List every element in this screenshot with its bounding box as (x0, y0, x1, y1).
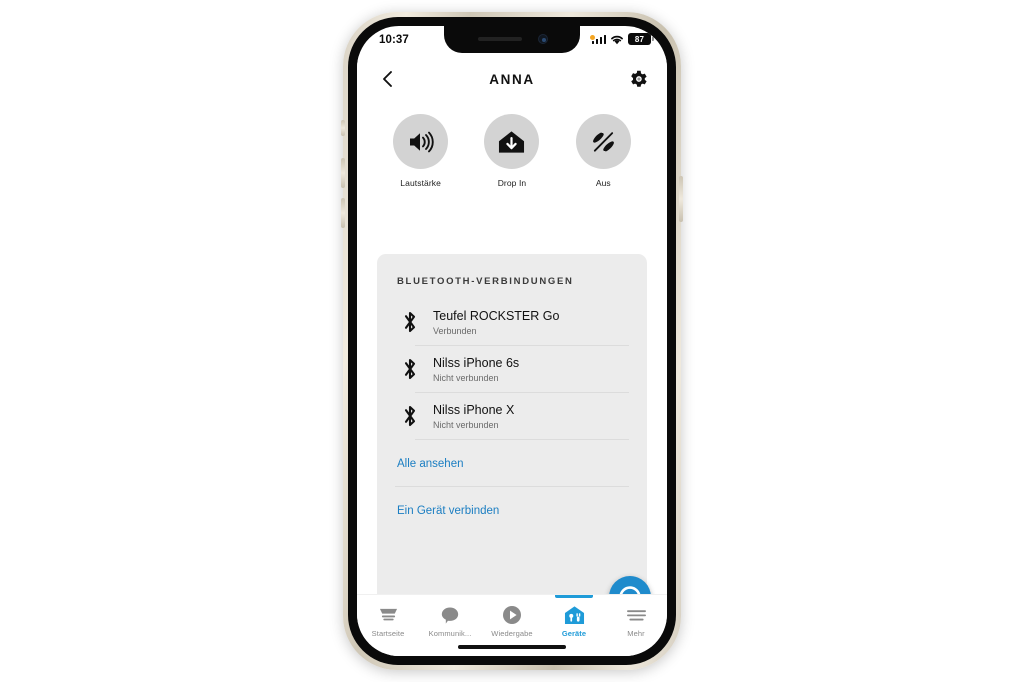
tab-startseite[interactable]: Startseite (357, 595, 419, 638)
phone-screen: 10:37 87 ANNA Lautstärke Drop In Aus BLU… (357, 26, 667, 656)
status-bar-time: 10:37 (379, 34, 409, 46)
tab-label: Kommunik... (428, 629, 472, 638)
tab-label: Geräte (561, 629, 587, 638)
gear-icon[interactable] (627, 68, 649, 90)
screenshot-canvas: 10:37 87 ANNA Lautstärke Drop In Aus BLU… (0, 0, 1024, 682)
list-item[interactable]: Nilss iPhone 6s Nicht verbunden (377, 346, 647, 392)
phone-notch (444, 26, 580, 53)
tab-label: Mehr (627, 629, 645, 638)
earpiece-speaker (478, 37, 522, 41)
phone-power-button (679, 176, 683, 222)
announce-muted-icon (575, 114, 631, 169)
phone-volume-up-button (341, 158, 345, 188)
speech-bubble-icon (419, 604, 481, 626)
page-title: ANNA (489, 71, 535, 87)
tab-label: Wiedergabe (491, 629, 533, 638)
list-item-texts: Teufel ROCKSTER Go Verbunden (425, 308, 629, 336)
see-all-link[interactable]: Alle ansehen (377, 440, 647, 486)
bluetooth-icon (395, 404, 425, 428)
tab-wiedergabe[interactable]: Wiedergabe (481, 595, 543, 638)
bluetooth-icon (395, 310, 425, 334)
quick-action-label: Aus (595, 178, 611, 188)
microphone-active-dot-icon (590, 35, 595, 40)
list-item-texts: Nilss iPhone X Nicht verbunden (425, 402, 629, 430)
battery-icon: 87 (628, 33, 651, 45)
app-header: ANNA (357, 56, 667, 102)
quick-action-label: Lautstärke (400, 178, 441, 188)
phone-volume-down-button (341, 198, 345, 228)
quick-action-drop-in[interactable]: Drop In (474, 114, 550, 188)
bluetooth-device-list: Teufel ROCKSTER Go Verbunden Nilss iPhon… (377, 299, 647, 440)
back-button[interactable] (377, 68, 399, 90)
tab-geraete[interactable]: Geräte (543, 595, 605, 638)
list-item[interactable]: Nilss iPhone X Nicht verbunden (377, 393, 647, 439)
battery-tip (652, 37, 654, 41)
play-circle-icon (481, 604, 543, 626)
list-item[interactable]: Teufel ROCKSTER Go Verbunden (377, 299, 647, 345)
tab-label: Startseite (371, 629, 405, 638)
quick-action-announce-off[interactable]: Aus (565, 114, 641, 188)
phone-mute-switch (341, 120, 345, 136)
hamburger-menu-icon (605, 604, 667, 626)
wifi-icon (610, 34, 624, 45)
front-camera (538, 34, 548, 44)
bluetooth-icon (395, 357, 425, 381)
bluetooth-device-status: Nicht verbunden (433, 419, 499, 430)
tab-kommunikation[interactable]: Kommunik... (419, 595, 481, 638)
bluetooth-device-name: Nilss iPhone 6s (433, 355, 520, 370)
quick-action-label: Drop In (497, 178, 527, 188)
connect-device-link[interactable]: Ein Gerät verbinden (377, 487, 647, 533)
quick-action-volume[interactable]: Lautstärke (383, 114, 459, 188)
status-bar: 10:37 87 (357, 26, 667, 56)
active-tab-indicator (555, 595, 593, 598)
speaker-volume-icon (393, 114, 449, 169)
bluetooth-device-status: Nicht verbunden (433, 372, 499, 383)
bluetooth-device-status: Verbunden (433, 325, 477, 336)
bluetooth-device-name: Teufel ROCKSTER Go (433, 309, 560, 323)
devices-house-icon (543, 604, 605, 626)
bluetooth-connections-card: BLUETOOTH-VERBINDUNGEN Teufel ROCKSTER G… (377, 254, 647, 614)
quick-actions-row: Lautstärke Drop In Aus (357, 114, 667, 188)
status-bar-indicators: 87 (590, 33, 654, 45)
tab-mehr[interactable]: Mehr (605, 595, 667, 638)
home-indicator (458, 644, 566, 649)
list-item-texts: Nilss iPhone 6s Nicht verbunden (425, 355, 629, 383)
drop-in-house-arrow-icon (484, 114, 540, 169)
bluetooth-card-title: BLUETOOTH-VERBINDUNGEN (397, 276, 574, 287)
home-shade-icon (357, 604, 419, 626)
bluetooth-device-name: Nilss iPhone X (433, 402, 515, 417)
